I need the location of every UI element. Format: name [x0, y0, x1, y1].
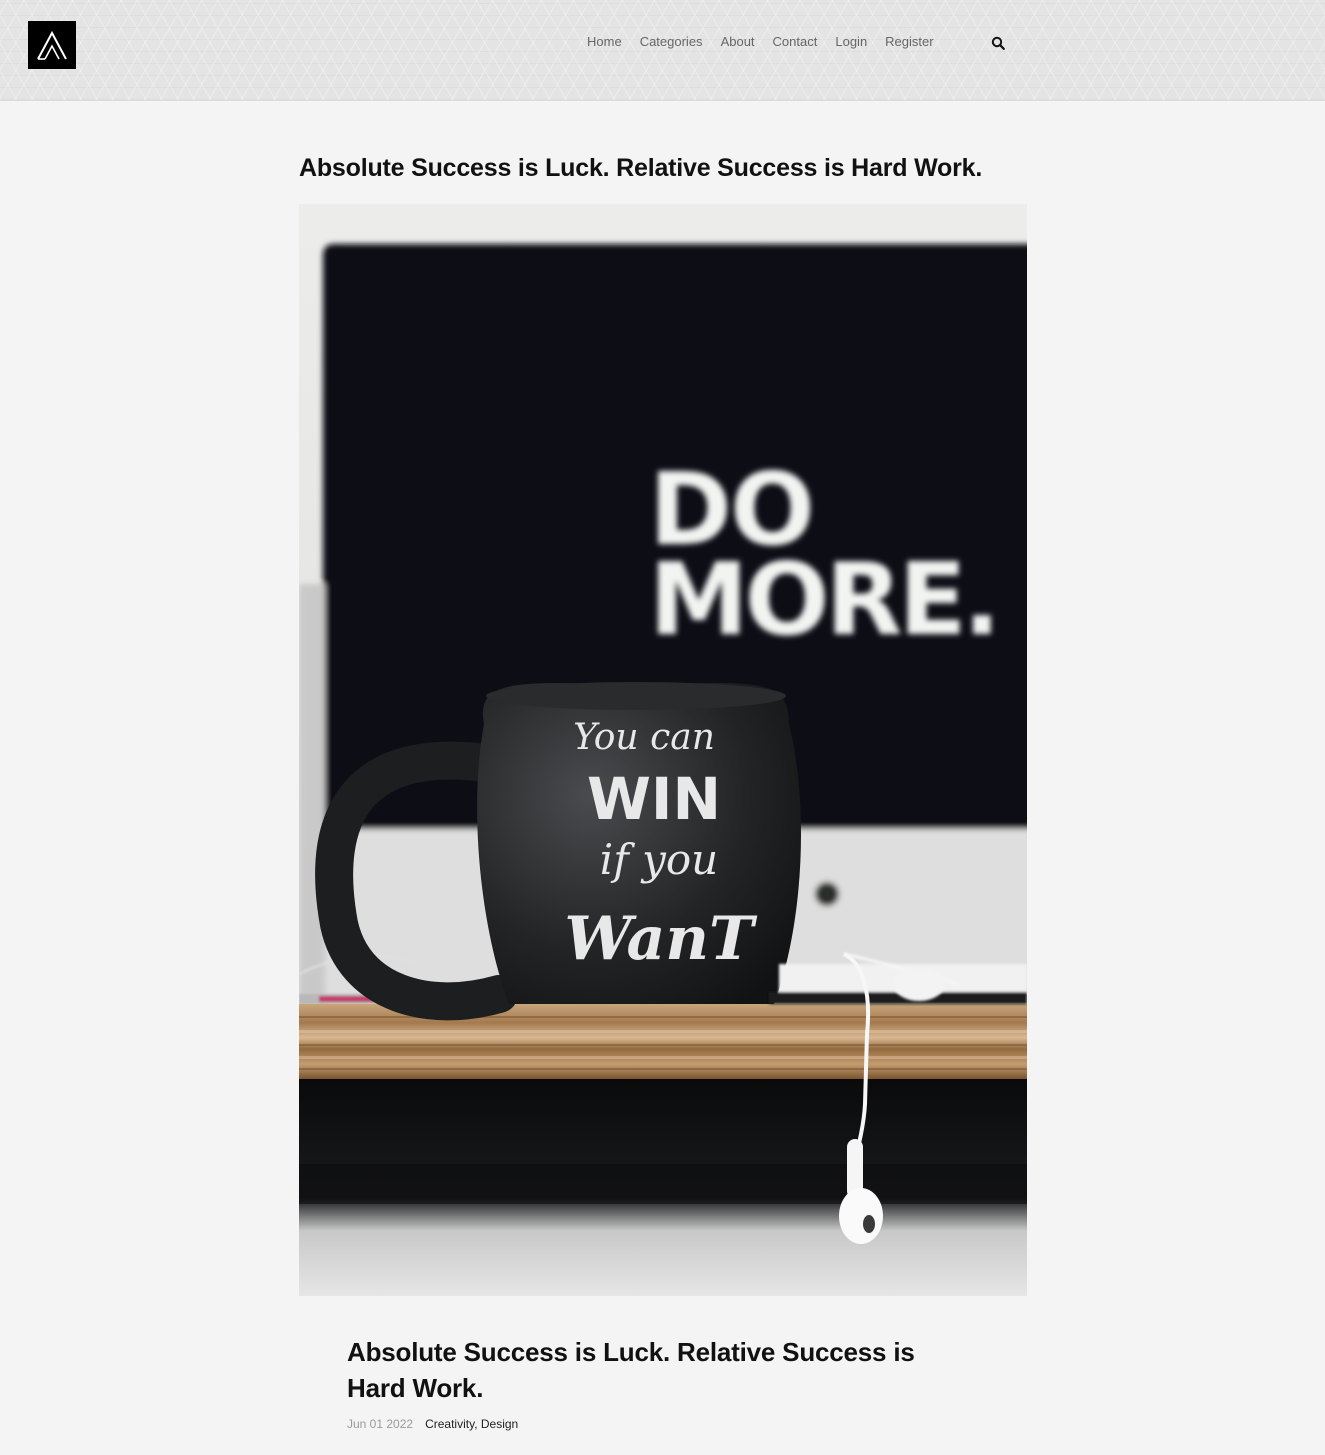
featured-image[interactable]: DO MORE. You can WIN if you WanT [299, 204, 1027, 1296]
category-link-creativity[interactable]: Creativity [425, 1417, 474, 1431]
nav-contact[interactable]: Contact [773, 33, 818, 51]
post-card-title[interactable]: Absolute Success is Luck. Relative Succe… [347, 1334, 957, 1406]
nav-register[interactable]: Register [885, 33, 933, 51]
screen-text-more: MORE. [649, 541, 997, 658]
search-button[interactable] [990, 35, 1006, 51]
nav-about[interactable]: About [721, 33, 755, 51]
category-link-design[interactable]: Design [481, 1417, 518, 1431]
nav-login[interactable]: Login [835, 33, 867, 51]
post-meta: Jun 01 2022 Creativity, Design [347, 1417, 518, 1431]
mug-text-you-can: You can [573, 717, 715, 758]
triangle-logo-icon [37, 30, 67, 60]
category-separator: , [474, 1417, 478, 1431]
main-nav: Home Categories About Contact Login Regi… [587, 33, 952, 51]
site-header: Home Categories About Contact Login Regi… [0, 0, 1325, 101]
nav-categories[interactable]: Categories [640, 33, 703, 51]
featured-photo: DO MORE. You can WIN if you WanT [299, 204, 1027, 1296]
post-categories: Creativity, Design [425, 1417, 518, 1431]
page-title: Absolute Success is Luck. Relative Succe… [299, 154, 983, 182]
mug-text-want: WanT [564, 904, 758, 974]
mug-text-win: WIN [587, 765, 721, 833]
search-icon [991, 36, 1005, 50]
nav-home[interactable]: Home [587, 33, 622, 51]
mug-text-if-you: if you [600, 835, 718, 884]
post-date: Jun 01 2022 [347, 1417, 414, 1431]
site-logo[interactable] [28, 21, 76, 69]
